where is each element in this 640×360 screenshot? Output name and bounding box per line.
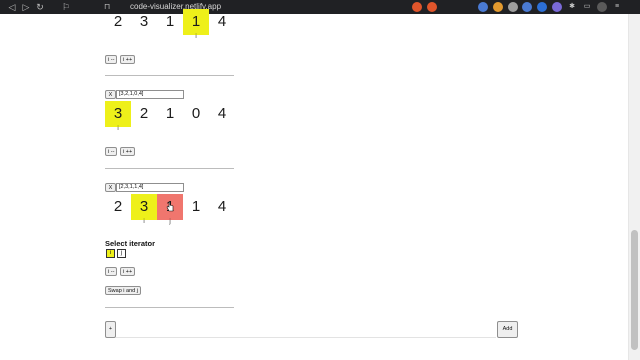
array2-increment-button[interactable]: i ++ [120,147,136,156]
array1-cell-0: 2 [113,13,123,30]
array2-cell-3: 0 [191,105,201,122]
array1-cell-4: 4 [217,13,227,30]
brave-rewards-icon[interactable] [427,2,437,12]
brave-shield-icon[interactable] [412,2,422,12]
hand-cursor-icon [166,201,174,212]
array2-remove-button[interactable]: X [105,90,116,99]
browser-toolbar: ◁ ▷ ↻ ⚐ ⊓ code-visualizer.netlify.app ✱ … [0,0,640,14]
array2-cell-2: 1 [165,105,175,122]
array3-cell-4: 4 [217,198,227,215]
array1-cell-1: 3 [139,13,149,30]
array3-decrement-button[interactable]: i -- [105,267,118,276]
divider [105,307,234,308]
back-icon[interactable]: ◁ [6,1,18,13]
extension-grid-icon[interactable] [522,2,532,12]
sidebar-icon[interactable]: ▭ [582,2,592,12]
array3-input[interactable]: [2,3,1,1,4] [116,183,184,192]
extension-globe-icon[interactable] [478,2,488,12]
array3-remove-button[interactable]: X [105,183,116,192]
array1-decrement-button[interactable]: i -- [105,55,118,64]
swap-button[interactable]: Swap i and j [105,286,141,295]
array3-cell-1: 3 [131,194,157,220]
array3-cell-3: 1 [191,198,201,215]
array1-pointer-i: i [195,34,197,40]
extensions-puzzle-icon[interactable]: ✱ [567,2,577,12]
array1-increment-button[interactable]: i ++ [120,55,136,64]
select-iterator-label: Select iterator [105,239,156,248]
reload-icon[interactable]: ↻ [34,1,46,13]
add-button[interactable]: Add [497,321,518,338]
array3-pointer-j: j [169,219,171,225]
array2-cell-4: 4 [217,105,227,122]
array2-cell-0: 3 [105,101,131,127]
bookmark-icon[interactable]: ⚐ [60,1,72,13]
array2-pointer-i: i [117,126,119,132]
profile-avatar-icon[interactable] [597,2,607,12]
array1-cell-2: 1 [165,13,175,30]
menu-icon[interactable]: ≡ [612,2,622,12]
array2-input[interactable]: [3,2,1,0,4] [116,90,184,99]
scrollbar-thumb[interactable] [631,230,638,350]
divider [105,168,234,169]
array3-pointer-i: i [143,219,145,225]
divider [105,75,234,76]
iterator-j-button[interactable]: j [117,249,126,258]
array1-cell-3: 1 [183,9,209,35]
extension-purple-icon[interactable] [552,2,562,12]
new-array-input[interactable] [116,321,496,338]
plus-button[interactable]: + [105,321,116,338]
array3-increment-button[interactable]: i ++ [120,267,136,276]
iterator-i-button[interactable]: i [106,249,115,258]
forward-icon[interactable]: ▷ [20,1,32,13]
array3-cell-0: 2 [113,198,123,215]
array2-cell-1: 2 [139,105,149,122]
extension-circle-icon[interactable] [508,2,518,12]
array2-decrement-button[interactable]: i -- [105,147,118,156]
extension-blue-icon[interactable] [537,2,547,12]
extension-fox-icon[interactable] [493,2,503,12]
